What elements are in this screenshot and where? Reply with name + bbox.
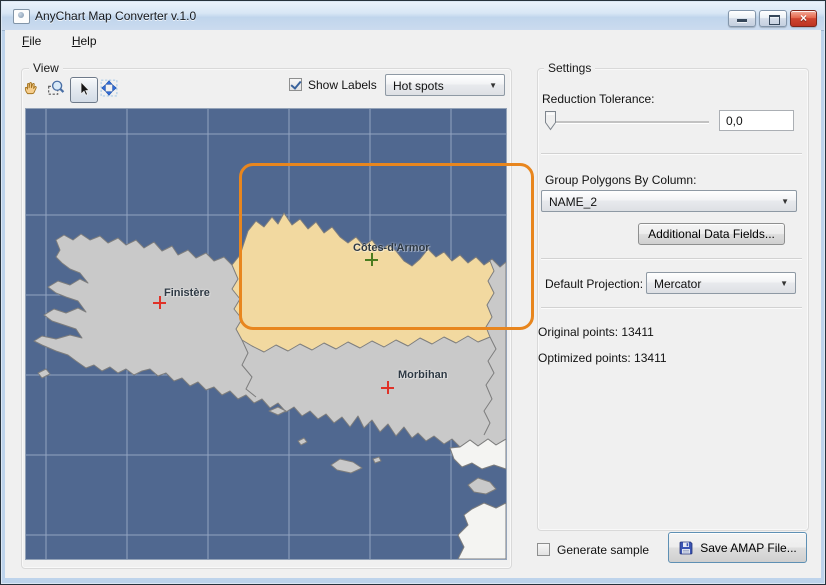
show-labels-checkbox[interactable]	[289, 78, 302, 91]
group-by-select[interactable]: NAME_2 ▼	[541, 190, 797, 212]
generate-sample-checkbox[interactable]	[537, 543, 550, 556]
red-cross-marker-morbihan	[381, 381, 394, 394]
chevron-down-icon: ▼	[781, 197, 789, 206]
pan-tool-button[interactable]	[22, 79, 42, 99]
minimize-button[interactable]	[728, 10, 756, 27]
menu-item-file[interactable]: File	[12, 31, 51, 51]
region-label-finistere: Finistère	[164, 287, 210, 299]
labels-mode-value: Hot spots	[393, 79, 444, 93]
window-title: AnyChart Map Converter v.1.0	[35, 9, 196, 23]
additional-data-fields-button[interactable]: Additional Data Fields...	[638, 223, 785, 245]
menu-item-help[interactable]: Help	[62, 31, 107, 51]
minimize-icon	[737, 19, 747, 22]
chevron-down-icon: ▼	[780, 279, 788, 288]
reduction-tolerance-input[interactable]	[719, 110, 794, 131]
chevron-down-icon: ▼	[489, 81, 497, 90]
app-window: AnyChart Map Converter v.1.0 × File Help…	[0, 0, 826, 585]
original-points-text: Original points: 13411	[538, 325, 654, 339]
generate-sample-label: Generate sample	[557, 543, 649, 557]
region-label-morbihan: Morbihan	[398, 369, 448, 381]
close-button[interactable]: ×	[790, 10, 817, 27]
reduction-tolerance-slider[interactable]	[546, 121, 709, 123]
cursor-icon	[75, 81, 91, 97]
save-icon	[678, 540, 694, 556]
zoom-region-button[interactable]	[47, 79, 67, 99]
title-bar[interactable]: AnyChart Map Converter v.1.0	[2, 2, 824, 31]
zoom-region-icon	[47, 79, 65, 97]
projection-value: Mercator	[654, 277, 701, 291]
maximize-button[interactable]	[759, 10, 787, 27]
labels-mode-select[interactable]: Hot spots ▼	[385, 74, 505, 96]
fit-icon	[100, 79, 118, 97]
selection-rectangle	[239, 163, 534, 330]
red-cross-marker-finistere	[153, 296, 166, 309]
optimized-points-text: Optimized points: 13411	[538, 351, 667, 365]
group-by-value: NAME_2	[549, 195, 597, 209]
menu-bar: File Help	[6, 31, 820, 52]
fit-view-button[interactable]	[100, 79, 120, 99]
hand-icon	[22, 79, 40, 97]
default-projection-label: Default Projection:	[545, 277, 643, 291]
show-labels-label: Show Labels	[308, 78, 377, 92]
group-by-label: Group Polygons By Column:	[545, 173, 696, 187]
separator	[541, 258, 802, 260]
app-icon	[13, 9, 30, 24]
view-group-label: View	[29, 61, 63, 75]
slider-thumb[interactable]	[545, 111, 557, 136]
save-amap-label: Save AMAP File...	[700, 541, 797, 555]
projection-select[interactable]: Mercator ▼	[646, 272, 796, 294]
settings-group-label: Settings	[544, 61, 595, 75]
reduction-tolerance-label: Reduction Tolerance:	[542, 92, 655, 106]
close-icon: ×	[800, 11, 807, 25]
separator	[541, 153, 802, 155]
save-amap-button[interactable]: Save AMAP File...	[668, 532, 807, 563]
maximize-icon	[769, 15, 780, 25]
settings-groupbox	[537, 68, 809, 531]
separator	[541, 307, 802, 309]
select-tool-button[interactable]	[70, 77, 98, 103]
